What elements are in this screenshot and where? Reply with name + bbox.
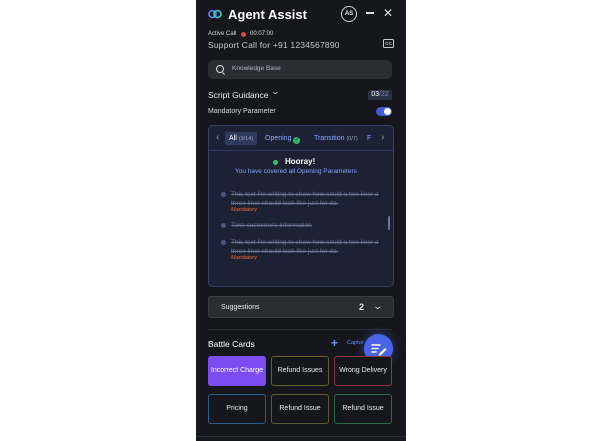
battle-cards-title: Battle Cards [208, 339, 255, 349]
checklist-dot-icon [221, 223, 226, 228]
checklist-dot-icon [221, 192, 226, 197]
search-placeholder: Knowledge Base [232, 65, 281, 72]
battle-card-refund-issue[interactable]: Refund Issue [334, 394, 392, 424]
tab-prev-icon[interactable]: ‹ [216, 132, 219, 143]
tab-next-icon[interactable]: › [381, 132, 384, 143]
battle-card-pricing[interactable]: Pricing [208, 394, 266, 424]
close-button[interactable]: ✕ [382, 6, 394, 20]
guidance-counter: 03/22 [368, 90, 392, 100]
tab-opening-label: Opening [265, 135, 292, 142]
checklist-dot-icon [221, 240, 226, 245]
call-status-label: Active Call [208, 31, 237, 37]
support-call-info: Support Call for +91 1234567890 [208, 40, 340, 50]
tab-transition-count: (0/7) [346, 136, 358, 142]
hooray-title: Hooray! [285, 157, 316, 166]
mandatory-parameter-toggle[interactable] [376, 107, 392, 116]
capture-link[interactable]: Captur [347, 340, 364, 346]
chevron-down-icon[interactable]: ⌄ [271, 87, 280, 96]
user-avatar[interactable]: AS [341, 6, 357, 22]
battle-card-incorrect-charge[interactable]: Incorrect Charge [208, 356, 266, 386]
mandatory-tag: Mandatory [231, 207, 257, 213]
counter-total: /22 [379, 91, 389, 98]
tabs-divider [209, 150, 393, 151]
checklist-item-text: Take customer's information [231, 222, 312, 229]
tab-transition-label: Transition [314, 135, 345, 142]
mandatory-parameter-label: Mandatory Parameter [208, 108, 276, 115]
tab-transition[interactable]: Transition (0/7) [314, 132, 358, 145]
suggestions-count: 2 [359, 302, 365, 312]
hooray-subtitle: You have covered all Opening Parameters [235, 168, 357, 175]
agent-assist-panel: Agent Assist AS ✕ Active Call 00:07:00 S… [196, 0, 406, 441]
bottom-divider [196, 436, 406, 437]
suggestions-bar[interactable]: Suggestions 2 ⌄ [208, 296, 394, 318]
guidance-scrollbar[interactable] [388, 216, 390, 230]
minimize-button[interactable] [364, 6, 376, 20]
closed-captions-icon[interactable]: CC [383, 39, 394, 48]
knowledge-base-search[interactable]: Knowledge Base [208, 60, 392, 79]
checklist-item-text: This text I'm writing to show how could … [231, 239, 379, 255]
add-battle-card-icon[interactable]: + [331, 336, 338, 350]
battle-card-refund-issues[interactable]: Refund Issues [271, 356, 329, 386]
script-guidance-box: ‹ All (3/14) Opening ✓ Transition (0/7) F… [208, 125, 394, 287]
tab-next-partial[interactable]: F [367, 132, 371, 145]
recording-dot-icon [241, 32, 246, 37]
call-timer: 00:07:00 [250, 31, 274, 37]
search-icon [216, 65, 224, 73]
tab-all-label: All [229, 135, 237, 142]
counter-current: 03 [371, 91, 380, 98]
battle-card-refund-issue[interactable]: Refund Issue [271, 394, 329, 424]
tab-opening[interactable]: Opening ✓ [265, 132, 301, 145]
agent-assist-logo-icon [208, 9, 222, 19]
battle-card-wrong-delivery[interactable]: Wrong Delivery [334, 356, 392, 386]
suggestions-label: Suggestions [221, 304, 260, 311]
guidance-tabs: ‹ All (3/14) Opening ✓ Transition (0/7) F… [209, 126, 393, 150]
app-title: Agent Assist [228, 7, 307, 22]
mandatory-tag: Mandatory [231, 255, 257, 261]
tab-all[interactable]: All (3/14) [225, 132, 258, 145]
chevron-down-icon[interactable]: ⌄ [372, 301, 383, 312]
checklist-item-text: This text I'm writing to show how could … [231, 191, 379, 207]
script-guidance-title: Script Guidance [208, 90, 269, 100]
success-dot-icon [273, 160, 278, 165]
tab-all-count: (3/14) [238, 136, 254, 142]
check-circle-icon: ✓ [293, 137, 301, 144]
section-divider [208, 329, 392, 330]
